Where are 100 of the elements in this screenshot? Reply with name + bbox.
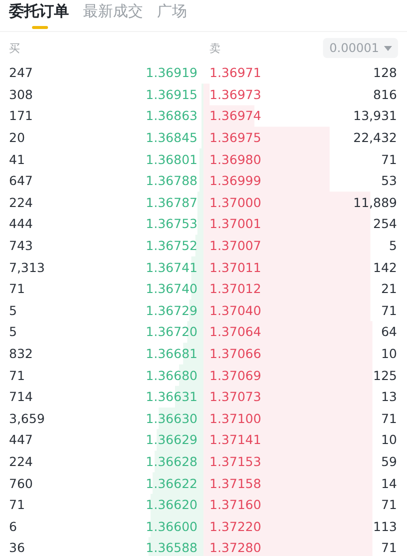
active-tab-indicator xyxy=(32,26,48,29)
bid-price: 1.36620 xyxy=(146,497,198,512)
bid-price: 1.36801 xyxy=(146,152,198,167)
ask-quantity: 64 xyxy=(381,324,398,340)
bid-quantity: 71 xyxy=(8,368,25,383)
bid-quantity: 447 xyxy=(8,432,33,448)
bid-quantity: 714 xyxy=(8,389,33,404)
bid-price: 1.36681 xyxy=(146,346,198,362)
bid-quantity: 444 xyxy=(8,216,33,232)
bid-price: 1.36600 xyxy=(146,518,198,534)
bid-quantity: 71 xyxy=(8,281,25,296)
ask-price: 1.36975 xyxy=(208,130,262,146)
ask-price: 1.37100 xyxy=(208,410,262,426)
bid-price: 1.36740 xyxy=(146,281,198,296)
ask-price: 1.37153 xyxy=(208,454,262,469)
ask-price: 1.37073 xyxy=(208,389,262,404)
bid-price: 1.36631 xyxy=(146,389,198,404)
bid-quantity: 647 xyxy=(8,173,33,188)
bid-quantity: 5 xyxy=(8,302,17,318)
ask-price: 1.37158 xyxy=(208,476,262,491)
sell-column-label: 卖 xyxy=(208,40,220,56)
bid-quantity: 6 xyxy=(8,518,17,534)
precision-dropdown[interactable]: 0.00001 xyxy=(323,38,398,58)
ask-quantity: 59 xyxy=(381,454,398,469)
ask-quantity: 71 xyxy=(381,410,398,426)
bid-price: 1.36628 xyxy=(146,454,198,469)
bid-quantity: 247 xyxy=(8,65,33,80)
bid-quantity: 224 xyxy=(8,454,33,469)
ask-quantity: 11,889 xyxy=(353,194,398,210)
ask-quantity: 71 xyxy=(381,302,398,318)
bid-price: 1.36622 xyxy=(146,476,198,491)
ask-quantity: 13 xyxy=(381,389,398,404)
bid-quantity: 7,313 xyxy=(8,260,45,275)
bid-price: 1.36787 xyxy=(146,194,198,210)
bid-quantity: 36 xyxy=(8,540,25,556)
bid-price: 1.36788 xyxy=(146,173,198,188)
ask-price: 1.37064 xyxy=(208,324,262,340)
bid-quantity: 5 xyxy=(8,324,17,340)
bid-quantity: 20 xyxy=(8,130,25,146)
buy-column-label: 买 xyxy=(9,40,20,56)
bid-quantity: 171 xyxy=(8,108,33,124)
bid-price: 1.36919 xyxy=(146,65,198,80)
bid-price: 1.36729 xyxy=(146,302,198,318)
tab[interactable]: 广场 xyxy=(157,0,187,31)
bid-quantity: 760 xyxy=(8,476,33,491)
bid-price: 1.36915 xyxy=(146,86,198,102)
ask-price: 1.36974 xyxy=(208,108,262,124)
bid-quantity: 41 xyxy=(8,152,25,167)
bid-price: 1.36680 xyxy=(146,368,198,383)
bid-price: 1.36752 xyxy=(146,238,198,254)
ask-price: 1.36999 xyxy=(208,173,262,188)
bid-price: 1.36720 xyxy=(146,324,198,340)
ask-price: 1.37011 xyxy=(208,260,262,275)
tab[interactable]: 最新成交 xyxy=(83,0,143,31)
bid-price: 1.36863 xyxy=(146,108,198,124)
bid-quantity: 308 xyxy=(8,86,33,102)
bid-quantity: 743 xyxy=(8,238,33,254)
ask-quantity: 13,931 xyxy=(353,108,398,124)
ask-quantity: 113 xyxy=(373,518,398,534)
ask-quantity: 53 xyxy=(381,173,398,188)
caret-icon xyxy=(384,46,392,50)
bid-quantity: 832 xyxy=(8,346,33,362)
ask-quantity: 125 xyxy=(373,368,398,383)
ask-price: 1.37000 xyxy=(208,194,262,210)
bid-price: 1.36630 xyxy=(146,410,198,426)
bid-price: 1.36741 xyxy=(146,260,198,275)
ask-quantity: 71 xyxy=(381,152,398,167)
ask-quantity: 5 xyxy=(389,238,398,254)
ask-price: 1.37001 xyxy=(208,216,262,232)
ask-price: 1.37007 xyxy=(208,238,262,254)
ask-quantity: 816 xyxy=(373,86,398,102)
ask-price: 1.37160 xyxy=(208,497,262,512)
ask-quantity: 254 xyxy=(373,216,398,232)
bid-price: 1.36588 xyxy=(146,540,198,556)
ask-price: 1.37141 xyxy=(208,432,262,448)
ask-quantity: 71 xyxy=(381,497,398,512)
ask-price: 1.37220 xyxy=(208,518,262,534)
ask-price: 1.37280 xyxy=(208,540,262,556)
bid-quantity: 3,659 xyxy=(8,410,45,426)
ask-quantity: 21 xyxy=(381,281,398,296)
ask-quantity: 14 xyxy=(381,476,398,491)
ask-price: 1.37066 xyxy=(208,346,262,362)
bid-price: 1.36753 xyxy=(146,216,198,232)
ask-quantity: 22,432 xyxy=(353,130,398,146)
ask-price: 1.37040 xyxy=(208,302,262,318)
ask-quantity: 10 xyxy=(381,346,398,362)
ask-quantity: 128 xyxy=(373,65,398,80)
bid-price: 1.36845 xyxy=(146,130,198,146)
ask-price: 1.36980 xyxy=(208,152,262,167)
tab[interactable]: 委托订单 xyxy=(9,0,69,31)
ask-price: 1.36973 xyxy=(208,86,262,102)
ask-price: 1.36971 xyxy=(208,65,262,80)
bid-quantity: 224 xyxy=(8,194,33,210)
ask-quantity: 142 xyxy=(373,260,398,275)
ask-quantity: 10 xyxy=(381,432,398,448)
ask-quantity: 71 xyxy=(381,540,398,556)
bid-quantity: 71 xyxy=(8,497,25,512)
bid-price: 1.36629 xyxy=(146,432,198,448)
ask-price: 1.37012 xyxy=(208,281,262,296)
ask-price: 1.37069 xyxy=(208,368,262,383)
